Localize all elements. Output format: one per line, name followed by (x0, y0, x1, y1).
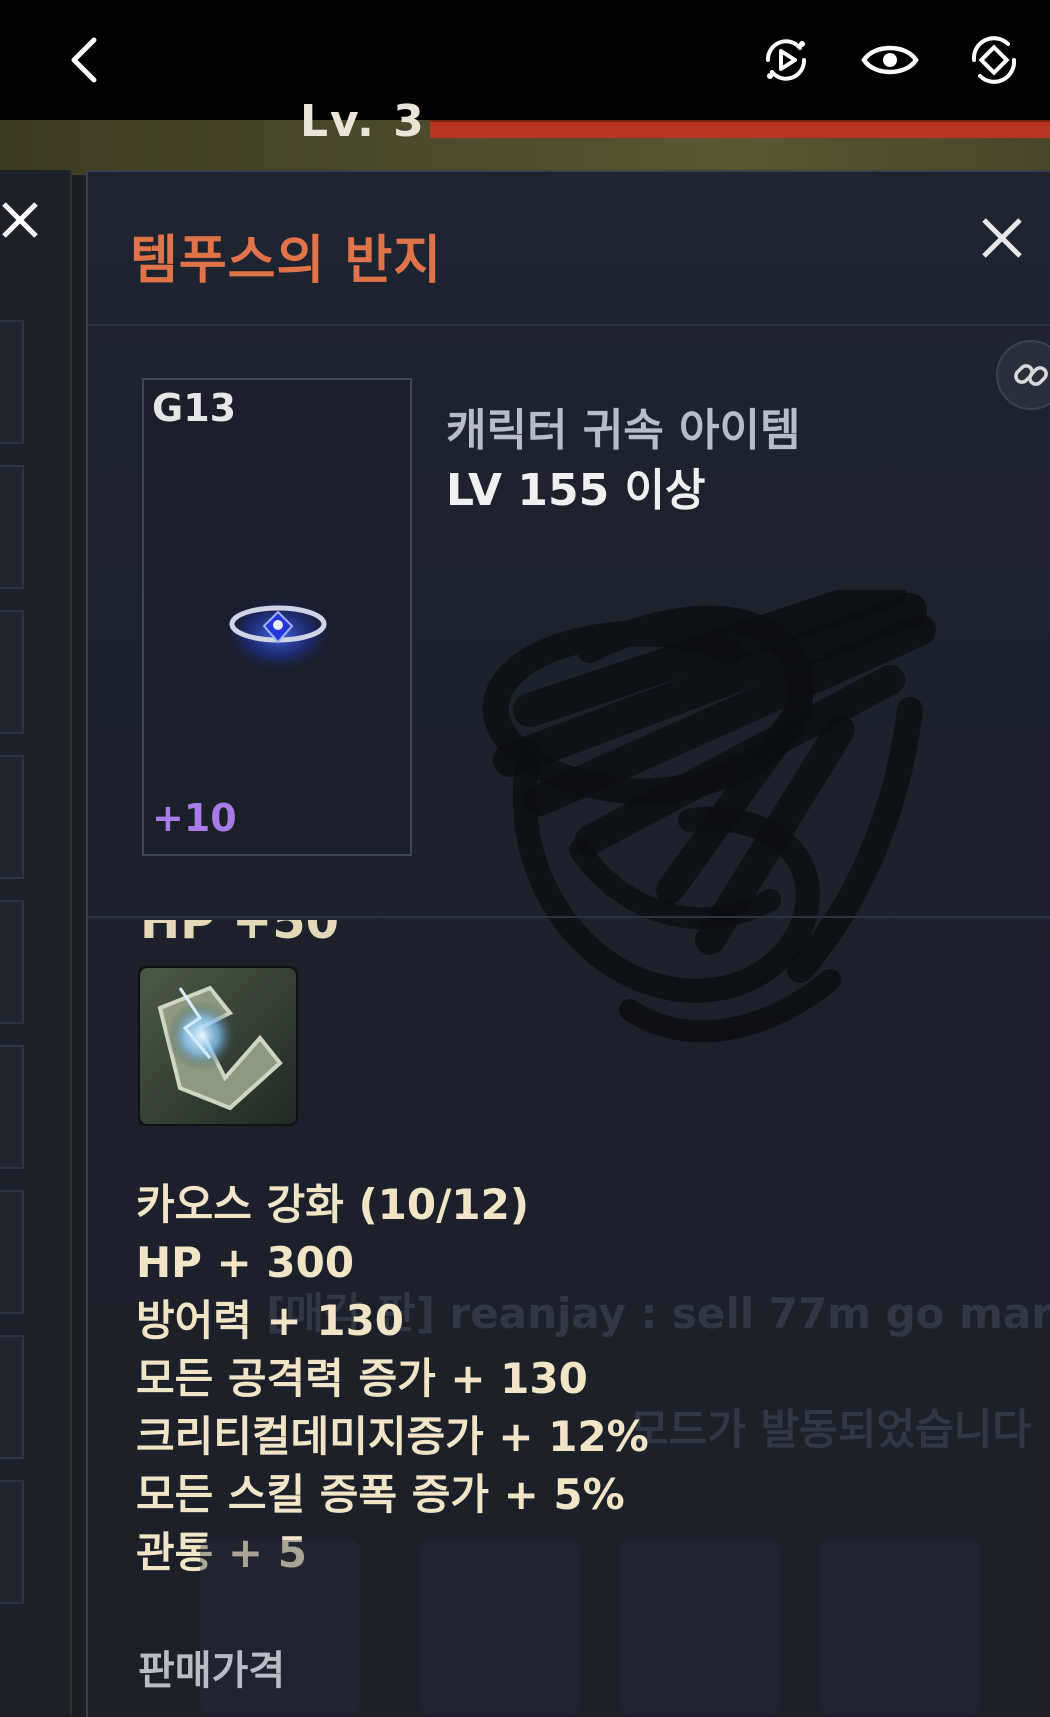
inventory-slot[interactable] (0, 465, 24, 589)
stat-line: 방어력 + 130 (136, 1296, 405, 1345)
skill-slot (820, 1540, 980, 1715)
bind-status: 캐릭터 귀속 아이템 (446, 405, 801, 456)
inventory-slot[interactable] (0, 610, 24, 734)
eye-icon[interactable] (860, 30, 920, 90)
effect-icon (138, 966, 298, 1126)
skill-slot (620, 1540, 780, 1715)
inventory-slot[interactable] (0, 1480, 24, 1604)
back-arrow-icon[interactable] (56, 30, 116, 90)
hp-bar (430, 120, 1050, 138)
stat-line: 카오스 강화 (10/12) (136, 1180, 530, 1229)
stat-line: 모든 스킬 증폭 증가 + 5% (136, 1470, 625, 1519)
stats-list: 카오스 강화 (10/12) HP + 300 방어력 + 130 모든 공격력… (136, 1176, 649, 1582)
inventory-slot[interactable] (0, 320, 24, 444)
redaction-scribble (482, 590, 936, 1043)
item-grade: G13 (152, 386, 237, 430)
link-icon (1014, 364, 1048, 386)
stat-line: HP + 300 (136, 1238, 355, 1287)
inventory-slot[interactable] (0, 900, 24, 1024)
play-sync-icon[interactable] (756, 30, 816, 90)
rotate-icon[interactable] (964, 30, 1024, 90)
sell-price-label: 판매가격 (138, 1648, 286, 1694)
divider (88, 324, 1050, 326)
stat-line: 크리티컬데미지증가 + 12% (136, 1412, 649, 1461)
item-enhancement: +10 (152, 796, 237, 840)
skill-slot (420, 1540, 580, 1715)
stat-line: 모든 공격력 증가 + 130 (136, 1354, 588, 1403)
divider (88, 916, 1050, 918)
viewer-toolbar (0, 0, 1050, 120)
background-inventory-panel (0, 170, 72, 1715)
close-icon[interactable] (0, 198, 44, 242)
ring-icon (220, 590, 336, 670)
background-chat-line: 모드가 발동되었습니다 (630, 1405, 1032, 1454)
close-icon[interactable] (978, 214, 1026, 262)
level-requirement: LV 155 이상 (446, 465, 706, 516)
inventory-slot[interactable] (0, 1335, 24, 1459)
character-level-text: Lv. 3 (300, 96, 426, 147)
inventory-slot[interactable] (0, 1045, 24, 1169)
partial-stat-text: HP +50 (140, 920, 340, 950)
inventory-slot[interactable] (0, 1190, 24, 1314)
item-title: 템푸스의 반지 (130, 231, 443, 291)
inventory-slot[interactable] (0, 755, 24, 879)
background-skill-bar (200, 1540, 1050, 1715)
